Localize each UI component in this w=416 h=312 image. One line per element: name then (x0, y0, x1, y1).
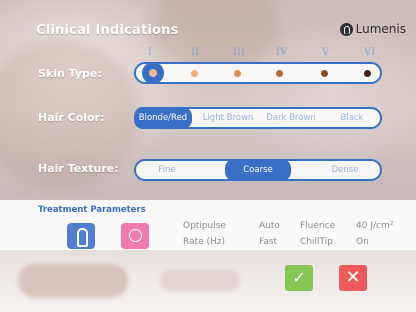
brand-logo: Lumenis (339, 22, 406, 36)
hair-texture-option-fine[interactable]: Fine (144, 162, 190, 178)
lumenis-logo-icon (339, 22, 353, 36)
skin-type-option-2[interactable] (191, 70, 198, 77)
skin-type-option-1[interactable] (142, 62, 164, 84)
treatment-parameters-title: Treatment Parameters (38, 205, 146, 215)
background-shape (18, 264, 128, 298)
hair-texture-label: Hair Texture: (38, 162, 119, 175)
applicator-button-pink[interactable] (121, 223, 149, 249)
param-value-fluence: 40 J/cm² (356, 221, 394, 231)
skin-type-option-3[interactable] (234, 70, 241, 77)
hair-color-option-blonde-red[interactable]: Blonde/Red (134, 107, 192, 129)
param-name-chilltip: ChillTip (300, 237, 333, 247)
param-name-rate: Rate (Hz) (183, 237, 226, 247)
skin-type-numeral: IV (276, 47, 288, 58)
skin-type-option-4[interactable] (276, 70, 283, 77)
hair-color-selector[interactable]: Blonde/Red Light Brown Dark Brown Black (134, 107, 382, 129)
skin-type-selector[interactable] (134, 62, 382, 84)
skin-type-label: Skin Type: (38, 67, 102, 80)
cancel-button[interactable]: ✕ (339, 265, 367, 291)
skin-type-numeral: I (148, 47, 152, 58)
page-title: Clinical Indications (36, 23, 179, 38)
hair-color-option-light-brown[interactable]: Light Brown (198, 110, 258, 126)
skin-type-numeral: VI (364, 47, 376, 58)
param-value-chilltip: On (356, 237, 369, 247)
hair-color-label: Hair Color: (38, 111, 105, 124)
param-name-fluence: Fluence (300, 221, 336, 231)
skin-type-numeral: II (191, 47, 199, 58)
hair-texture-option-dense[interactable]: Dense (322, 162, 368, 178)
hair-color-option-dark-brown[interactable]: Dark Brown (262, 110, 320, 126)
background-shape (160, 270, 240, 292)
brand-name: Lumenis (355, 22, 406, 36)
skin-type-option-5[interactable] (321, 70, 328, 77)
param-value-rate: Fast (259, 237, 278, 247)
confirm-button[interactable]: ✓ (285, 265, 313, 291)
param-value-optipulse: Auto (259, 221, 280, 231)
skin-type-numeral: III (233, 47, 245, 58)
clinical-indications-screen: Clinical Indications Lumenis Skin Type: … (0, 0, 416, 312)
skin-type-option-6[interactable] (364, 70, 371, 77)
param-name-optipulse: Optipulse (183, 221, 226, 231)
applicator-button-blue[interactable] (67, 223, 95, 249)
hair-color-option-black[interactable]: Black (326, 110, 378, 126)
skin-tone-dot (149, 69, 157, 77)
hair-texture-selector[interactable]: Fine Coarse Dense (134, 159, 382, 181)
skin-type-numeral: V (322, 47, 330, 58)
hair-texture-option-coarse[interactable]: Coarse (225, 159, 291, 181)
